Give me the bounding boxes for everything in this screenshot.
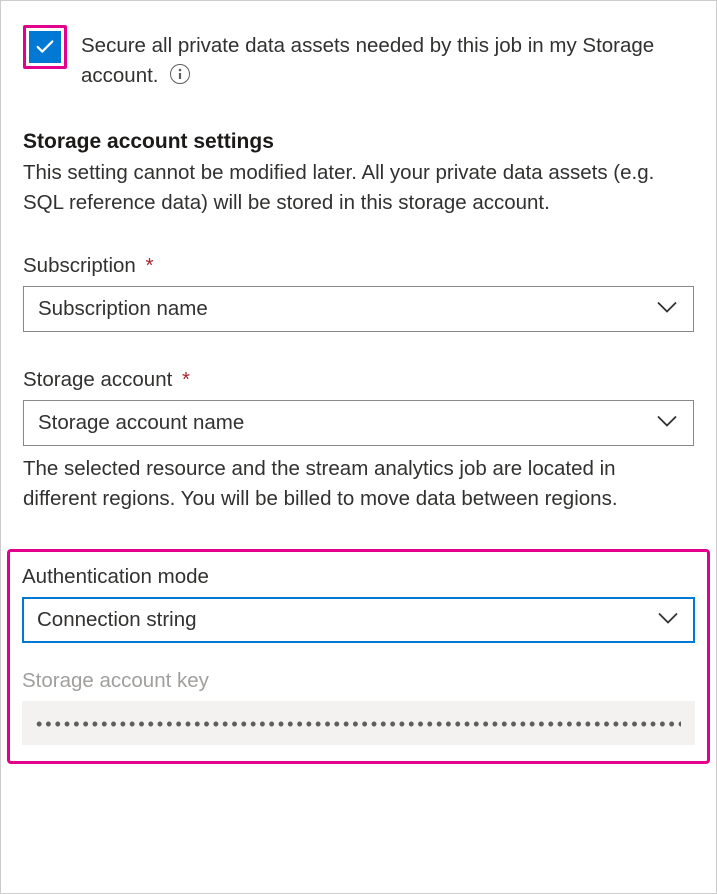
storage-key-label: Storage account key bbox=[22, 669, 695, 693]
storage-account-label-text: Storage account bbox=[23, 368, 172, 391]
subscription-select[interactable]: Subscription name bbox=[23, 286, 694, 332]
subscription-label-text: Subscription bbox=[23, 254, 136, 277]
secure-data-checkbox[interactable] bbox=[29, 31, 61, 63]
storage-key-input[interactable]: ••••••••••••••••••••••••••••••••••••••••… bbox=[22, 701, 695, 745]
required-asterisk: * bbox=[182, 368, 190, 391]
storage-account-select-wrap: Storage account name bbox=[23, 400, 694, 446]
auth-mode-select-wrap: Connection string bbox=[22, 597, 695, 643]
storage-account-field: Storage account * Storage account name T… bbox=[23, 368, 694, 513]
info-icon[interactable] bbox=[170, 64, 190, 84]
auth-mode-select[interactable]: Connection string bbox=[22, 597, 695, 643]
subscription-field: Subscription * Subscription name bbox=[23, 254, 694, 332]
section-description: This setting cannot be modified later. A… bbox=[23, 158, 694, 217]
checkbox-highlight bbox=[23, 25, 67, 69]
authentication-highlight-box: Authentication mode Connection string St… bbox=[7, 549, 710, 764]
storage-key-masked: ••••••••••••••••••••••••••••••••••••••••… bbox=[36, 715, 681, 733]
required-asterisk: * bbox=[146, 254, 154, 277]
section-title: Storage account settings bbox=[23, 130, 694, 154]
form-panel: Secure all private data assets needed by… bbox=[0, 0, 717, 894]
storage-account-select[interactable]: Storage account name bbox=[23, 400, 694, 446]
subscription-select-wrap: Subscription name bbox=[23, 286, 694, 332]
subscription-label: Subscription * bbox=[23, 254, 694, 278]
storage-account-label: Storage account * bbox=[23, 368, 694, 392]
secure-data-checkbox-row: Secure all private data assets needed by… bbox=[23, 25, 694, 90]
auth-mode-label: Authentication mode bbox=[22, 565, 695, 589]
secure-data-checkbox-label: Secure all private data assets needed by… bbox=[81, 25, 694, 90]
checkbox-label-text: Secure all private data assets needed by… bbox=[81, 34, 654, 87]
checkmark-icon bbox=[34, 36, 56, 58]
storage-account-helper: The selected resource and the stream ana… bbox=[23, 454, 694, 513]
